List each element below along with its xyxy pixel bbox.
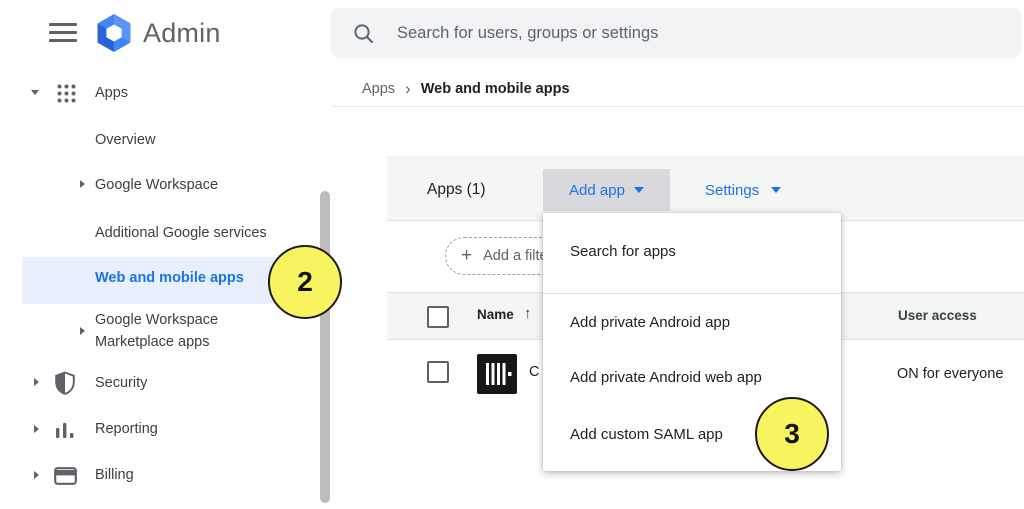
sidebar-item-label: Google Workspace xyxy=(95,177,218,193)
user-access-cell: ON for everyone xyxy=(897,366,1003,382)
menu-divider xyxy=(543,293,841,294)
step-number: 2 xyxy=(297,266,313,298)
chevron-right-icon[interactable] xyxy=(34,425,39,433)
plus-icon: + xyxy=(461,245,472,267)
app-name-cell[interactable]: C xyxy=(529,364,539,380)
shield-icon xyxy=(54,371,76,395)
menu-item-label: Add private Android web app xyxy=(570,369,762,386)
select-all-checkbox[interactable] xyxy=(427,306,449,328)
google-admin-console: Admin Apps › Web and mobile apps Apps Ov… xyxy=(0,0,1024,509)
search-input[interactable] xyxy=(395,23,959,44)
sidebar-item-label: Web and mobile apps xyxy=(95,270,244,286)
sidebar-item-label: Reporting xyxy=(95,421,158,437)
menu-item-add-private-android-web-app[interactable]: Add private Android web app xyxy=(543,353,841,401)
menu-item-add-private-android-app[interactable]: Add private Android app xyxy=(543,298,841,346)
sidebar-item-label: Security xyxy=(95,375,147,391)
row-checkbox[interactable] xyxy=(427,361,449,383)
apps-grid-icon xyxy=(56,83,77,104)
menu-hamburger-icon[interactable] xyxy=(49,23,77,43)
menu-item-search-for-apps[interactable]: Search for apps xyxy=(543,227,841,275)
add-app-button[interactable]: Add app xyxy=(543,169,670,211)
breadcrumb-current: Web and mobile apps xyxy=(421,81,570,97)
chevron-right-icon[interactable] xyxy=(80,180,85,188)
sidebar-scrollbar[interactable] xyxy=(320,191,330,503)
user-access-column-header: User access xyxy=(898,308,977,323)
menu-item-label: Add custom SAML app xyxy=(570,426,723,443)
settings-label: Settings xyxy=(705,182,759,199)
chevron-down-icon[interactable] xyxy=(31,90,39,95)
bar-chart-icon xyxy=(55,422,75,439)
menu-item-label: Search for apps xyxy=(570,243,676,260)
sort-ascending-icon[interactable]: ↑ xyxy=(524,305,532,322)
step-3-annotation-badge: 3 xyxy=(755,397,829,471)
chevron-right-icon[interactable] xyxy=(34,378,39,386)
search-icon xyxy=(353,23,374,44)
breadcrumb-separator: › xyxy=(405,82,411,96)
sidebar-item-label: Overview xyxy=(95,132,155,148)
app-logo-icon[interactable] xyxy=(477,354,517,394)
header-divider xyxy=(331,106,1024,107)
menu-item-label: Add private Android app xyxy=(570,314,730,331)
step-2-annotation-badge: 2 xyxy=(268,245,342,319)
breadcrumb: Apps › Web and mobile apps xyxy=(362,78,570,100)
sidebar-item-web-and-mobile-apps[interactable]: Web and mobile apps xyxy=(22,257,307,304)
admin-logo[interactable]: Admin xyxy=(94,13,221,53)
global-search[interactable] xyxy=(331,8,1021,58)
sidebar-item-label: Apps xyxy=(95,85,128,101)
admin-hexagon-icon xyxy=(94,13,134,53)
sidebar-item-label: Additional Google services xyxy=(95,225,267,241)
chevron-right-icon[interactable] xyxy=(80,327,85,335)
app-title: Admin xyxy=(143,18,221,49)
step-number: 3 xyxy=(784,418,800,450)
settings-button[interactable]: Settings xyxy=(699,169,787,211)
name-column-header[interactable]: Name xyxy=(477,307,514,322)
dropdown-caret-icon xyxy=(634,187,644,193)
chevron-right-icon[interactable] xyxy=(34,471,39,479)
breadcrumb-apps-link[interactable]: Apps xyxy=(362,81,395,97)
add-app-label: Add app xyxy=(569,182,625,199)
apps-count-title: Apps (1) xyxy=(427,181,486,199)
credit-card-icon xyxy=(54,467,77,485)
sidebar-item-label: Billing xyxy=(95,467,134,483)
dropdown-caret-icon xyxy=(771,187,781,193)
sidebar-item-label: Google Workspace Marketplace apps xyxy=(95,309,255,353)
